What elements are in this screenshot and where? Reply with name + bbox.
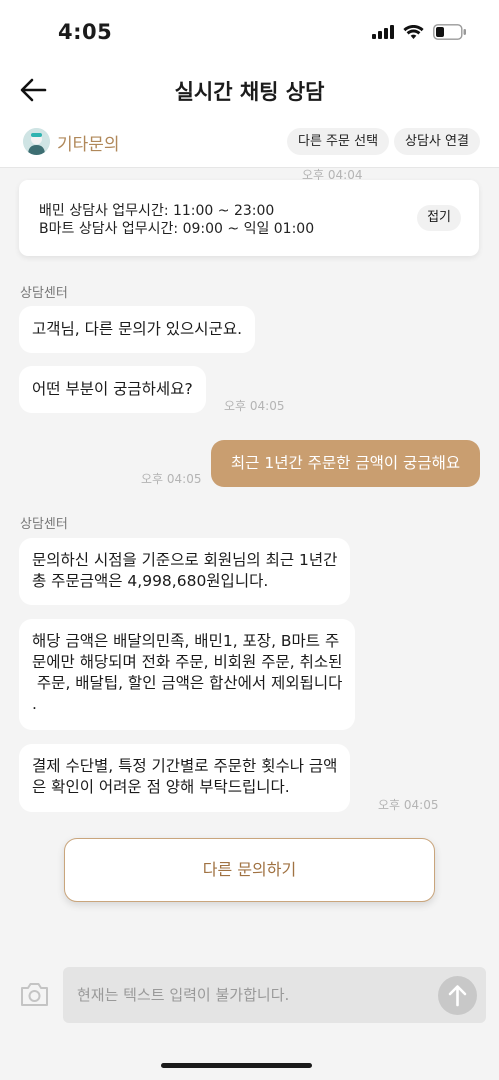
chat-sub-header: 기타문의 다른 주문 선택 상담사 연결 (0, 116, 499, 168)
status-bar: 4:05 (0, 0, 499, 64)
message-line: 문의하신 시점을 기준으로 회원님의 최근 1년간 (32, 551, 338, 569)
sender-name: 상담센터 (20, 517, 68, 532)
message-timestamp: 오후 04:05 (224, 399, 285, 413)
select-other-order-button[interactable]: 다른 주문 선택 (287, 128, 390, 155)
navigation-bar: 실시간 채팅 상담 (0, 64, 499, 116)
status-time: 4:05 (58, 20, 113, 44)
message-line: 은 확인이 어려운 점 양해 부탁드립니다. (32, 778, 290, 796)
agent-message-bubble: 해당 금액은 배달의민족, 배민1, 포장, B마트 주 문에만 해당되며 전화… (19, 619, 356, 730)
message-line: 주문, 배달팁, 할인 금액은 합산에서 제외됩니다 (32, 674, 343, 692)
other-inquiry-button[interactable]: 다른 문의하기 (64, 838, 435, 902)
agent-message-bubble: 고객님, 다른 문의가 있으시군요. (19, 306, 256, 353)
user-message-bubble: 최근 1년간 주문한 금액이 궁금해요 (211, 440, 480, 487)
send-button[interactable] (438, 976, 477, 1015)
agent-message-bubble: 결제 수단별, 특정 기간별로 주문한 횟수나 금액 은 확인이 어려운 점 양… (19, 744, 351, 812)
connect-agent-button[interactable]: 상담사 연결 (394, 128, 480, 155)
battery-icon (433, 24, 466, 40)
home-indicator (161, 1063, 312, 1068)
message-line: 결제 수단별, 특정 기간별로 주문한 횟수나 금액 (32, 757, 338, 775)
wifi-icon (403, 24, 424, 39)
message-timestamp: 오후 04:05 (141, 472, 202, 486)
message-line: 총 주문금액은 4,998,680원입니다. (32, 572, 269, 590)
message-line: 문에만 해당되며 전화 주문, 비회원 주문, 취소된 (32, 653, 343, 671)
message-input[interactable] (63, 967, 486, 1023)
sender-name: 상담센터 (20, 286, 68, 301)
camera-button[interactable] (19, 981, 50, 1008)
avatar (23, 128, 50, 155)
agent-avatar-icon (23, 128, 50, 155)
agent-message-bubble: 어떤 부분이 궁금하세요? (19, 366, 206, 413)
message-composer (0, 960, 499, 1080)
inquiry-category: 기타문의 (57, 135, 120, 155)
collapse-button[interactable]: 접기 (417, 205, 461, 231)
message-timestamp: 오후 04:05 (378, 798, 439, 812)
notice-line: 배민 상담사 업무시간: 11:00 ~ 23:00 (39, 203, 275, 219)
agent-message-bubble: 문의하신 시점을 기준으로 회원님의 최근 1년간 총 주문금액은 4,998,… (19, 538, 351, 605)
message-line: . (32, 695, 37, 713)
business-hours-notice: 배민 상담사 업무시간: 11:00 ~ 23:00 B마트 상담사 업무시간:… (19, 180, 479, 256)
cellular-signal-icon (372, 25, 394, 39)
camera-icon (21, 983, 48, 1006)
message-line: 해당 금액은 배달의민족, 배민1, 포장, B마트 주 (32, 632, 340, 650)
status-icons (372, 24, 467, 40)
arrow-up-icon (448, 985, 467, 1007)
page-title: 실시간 채팅 상담 (174, 80, 325, 104)
notice-line: B마트 상담사 업무시간: 09:00 ~ 익일 01:00 (39, 221, 315, 237)
